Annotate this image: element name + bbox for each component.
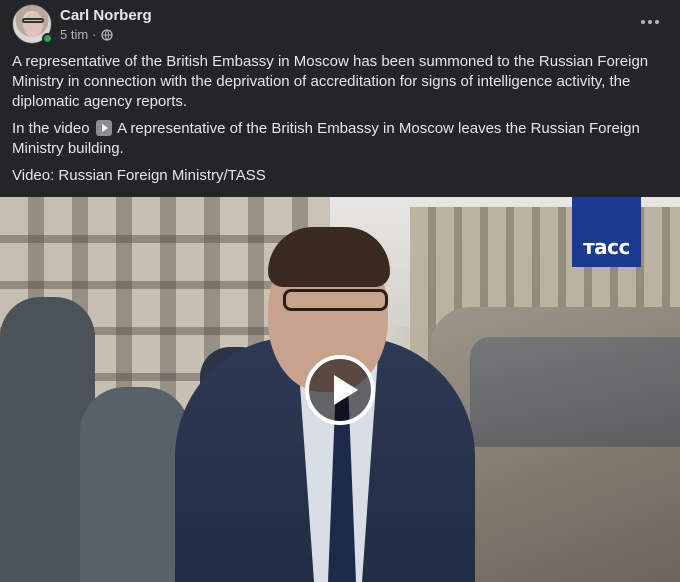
more-dot [655,20,659,24]
globe-icon[interactable] [100,28,113,41]
post-meta: 5 tim · [60,27,113,42]
online-status-indicator [42,33,53,44]
avatar-glasses [22,18,44,23]
post-timestamp[interactable]: 5 tim [60,27,88,42]
post-text: A representative of the British Embassy … [12,52,668,193]
author-name[interactable]: Carl Norberg [60,7,152,24]
video-frame-person [80,387,190,582]
video-frame-car-window [470,337,680,447]
video-frame-glasses [283,289,388,311]
video-frame-hair [268,227,390,287]
more-dot [648,20,652,24]
more-options-icon[interactable] [638,12,662,32]
video-player[interactable]: тасс [0,197,680,582]
more-dot [641,20,645,24]
post-paragraph-3: Video: Russian Foreign Ministry/TASS [12,167,266,184]
post-header: Carl Norberg 5 tim · [12,4,668,46]
avatar-face [23,12,43,37]
tass-watermark-logo: тасс [572,197,641,267]
post-paragraph-1: A representative of the British Embassy … [12,53,649,110]
post-paragraph-2: In the video A representative of the Bri… [12,119,668,159]
facebook-post: Carl Norberg 5 tim · A representative of… [0,0,680,582]
play-icon[interactable] [305,355,375,425]
play-emoji-icon [95,120,112,136]
tass-watermark-text: тасс [583,235,630,259]
paragraph-2-lead: In the video [12,120,90,137]
meta-separator: · [92,27,97,42]
